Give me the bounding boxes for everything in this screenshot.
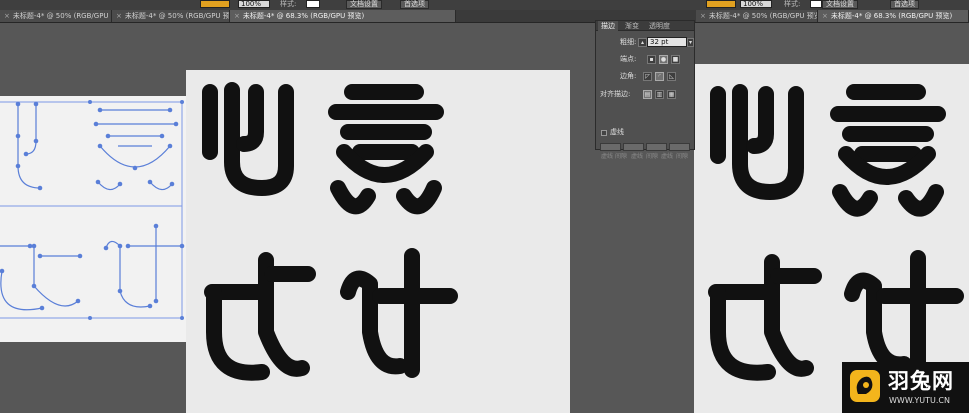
tab-document-4[interactable]: × 未标题-4* @ 50% (RGB/GPU 预览) xyxy=(696,10,818,22)
style-swatch-left[interactable] xyxy=(306,0,320,8)
miter-join-icon[interactable]: ◸ xyxy=(643,72,652,81)
dash-field-2[interactable] xyxy=(646,143,667,151)
gap-label-1: 间隙 xyxy=(615,153,628,160)
tab-label: 未标题-4* @ 68.3% (RGB/GPU 预览) xyxy=(242,12,365,20)
dash-label-2: 虚线 xyxy=(631,153,644,160)
opacity-swatch[interactable] xyxy=(200,0,230,8)
dash-field-1[interactable] xyxy=(600,143,621,151)
square-cap-icon[interactable]: ■ xyxy=(671,55,680,64)
close-icon[interactable]: × xyxy=(822,12,828,20)
round-join-icon[interactable]: ◜ xyxy=(655,72,664,81)
illustrator-workspace: 100% 样式: 文档设置 首选项 100% 样式: 文档设置 首选项 × 未标题… xyxy=(0,0,969,413)
corner-label: 边角: xyxy=(620,72,637,80)
align-stroke-label: 对齐描边: xyxy=(600,90,631,98)
tab-stroke[interactable]: 描边 xyxy=(598,21,618,31)
close-icon[interactable]: × xyxy=(234,12,240,20)
cap-label: 端点: xyxy=(620,55,637,63)
dashed-line-label: 虚线 xyxy=(610,128,624,136)
weight-label: 粗细: xyxy=(620,38,637,46)
align-outside-icon[interactable]: ▦ xyxy=(667,90,676,99)
preferences-button-right[interactable]: 首选项 xyxy=(890,0,919,9)
rabbit-logo-icon xyxy=(850,370,880,402)
stroke-panel-tabs: 描边 渐变 透明度 xyxy=(596,21,694,31)
stroke-panel: 描边 渐变 透明度 粗细: ▴ 32 pt ▾ 端点: ▪ ● ■ 边角: ◸ … xyxy=(595,20,695,160)
close-icon[interactable]: × xyxy=(4,12,10,20)
document-setup-button-right[interactable]: 文档设置 xyxy=(822,0,858,9)
tab-label: 未标题-4* @ 50% (RGB/GPU 预览) xyxy=(708,12,818,20)
tab-gradient[interactable]: 渐变 xyxy=(622,21,642,31)
dashed-line-checkbox[interactable] xyxy=(601,130,607,136)
opacity-swatch-right[interactable] xyxy=(706,0,736,8)
butt-cap-icon[interactable]: ▪ xyxy=(647,55,656,64)
zoom-field-right[interactable]: 100% xyxy=(740,0,772,8)
watermark: 羽兔网 WWW.YUTU.CN xyxy=(842,362,969,413)
align-center-icon[interactable]: ▤ xyxy=(643,90,652,99)
stroke-weight-field[interactable]: 32 pt xyxy=(647,37,687,47)
tab-label: 未标题-4* @ 68.3% (RGB/GPU 预览) xyxy=(830,12,953,20)
watermark-name: 羽兔网 xyxy=(888,369,954,393)
rabbit-logo-mark xyxy=(856,376,873,394)
artboard-final-glyphs[interactable] xyxy=(694,64,969,413)
artboard-outline-paths[interactable] xyxy=(0,96,186,342)
bevel-join-icon[interactable]: ◺ xyxy=(667,72,676,81)
style-swatch-right[interactable] xyxy=(810,0,822,8)
gap-label-3: 间隙 xyxy=(676,153,689,160)
outline-glyphs[interactable] xyxy=(0,96,186,342)
gap-field-2[interactable] xyxy=(669,143,690,151)
gap-field-1[interactable] xyxy=(623,143,644,151)
dash-label-3: 虚线 xyxy=(661,153,674,160)
tab-label: 未标题-4* @ 50% (RGB/GPU 预览) xyxy=(12,12,111,20)
gap-label-2: 间隙 xyxy=(646,153,659,160)
dash-label-1: 虚线 xyxy=(601,153,614,160)
control-bar: 100% 样式: 文档设置 首选项 100% 样式: 文档设置 首选项 xyxy=(0,0,969,10)
tab-document-2[interactable]: × 未标题-4* @ 50% (RGB/GPU 预览) xyxy=(112,10,230,22)
tab-transparency[interactable]: 透明度 xyxy=(646,21,673,31)
tab-label: 未标题-4* @ 50% (RGB/GPU 预览) xyxy=(124,12,230,20)
glyph-group-center xyxy=(202,82,458,381)
zoom-field-left[interactable]: 100% xyxy=(238,0,270,8)
style-label-right: 样式: xyxy=(784,0,801,8)
preferences-button-left[interactable]: 首选项 xyxy=(400,0,429,9)
tab-document-5[interactable]: × 未标题-4* @ 68.3% (RGB/GPU 预览) xyxy=(818,10,969,22)
round-cap-icon[interactable]: ● xyxy=(659,55,668,64)
artboard-stroked-glyphs[interactable] xyxy=(186,70,570,413)
glyph-group-right xyxy=(708,84,964,381)
watermark-url: WWW.YUTU.CN xyxy=(889,396,950,405)
tab-document-3[interactable]: × 未标题-4* @ 68.3% (RGB/GPU 预览) xyxy=(230,10,456,22)
weight-stepper-icon[interactable]: ▴ xyxy=(638,38,647,47)
close-icon[interactable]: × xyxy=(700,12,706,20)
chevron-down-icon[interactable]: ▾ xyxy=(687,38,694,47)
tab-document-1[interactable]: ×未标题-4* @ 50% (RGB/GPU 预览) xyxy=(0,10,112,22)
align-inside-icon[interactable]: ▥ xyxy=(655,90,664,99)
style-label-left: 样式: xyxy=(280,0,297,8)
document-setup-button-left[interactable]: 文档设置 xyxy=(346,0,382,9)
close-icon[interactable]: × xyxy=(116,12,122,20)
